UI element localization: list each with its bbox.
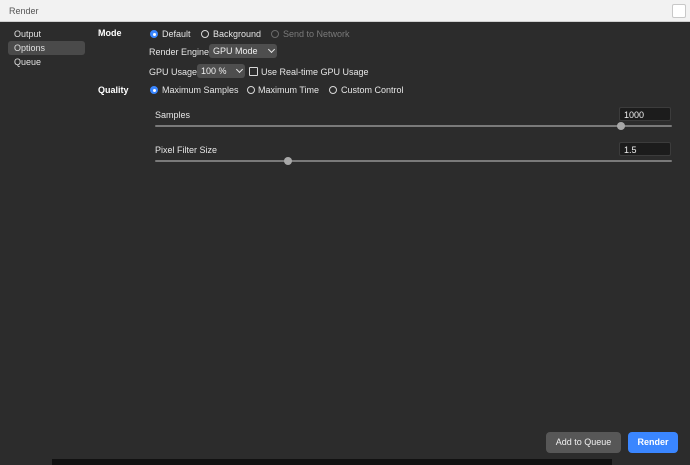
mode-default-label[interactable]: Default (162, 29, 191, 39)
quality-label: Quality (98, 85, 129, 95)
mode-default-radio[interactable] (150, 30, 158, 38)
render-button[interactable]: Render (628, 432, 678, 453)
sidebar-item-output[interactable]: Output (8, 27, 85, 41)
chevron-down-icon (267, 45, 276, 54)
pixel-filter-slider[interactable] (155, 160, 672, 162)
pixel-filter-slider-handle[interactable] (284, 157, 292, 165)
quality-max-time-label[interactable]: Maximum Time (258, 85, 319, 95)
mode-background-radio[interactable] (201, 30, 209, 38)
render-engine-value: GPU Mode (213, 46, 258, 56)
chevron-down-icon (235, 65, 244, 74)
mode-label: Mode (98, 28, 122, 38)
title-bar: Render (0, 0, 690, 22)
samples-label: Samples (155, 110, 191, 120)
quality-custom-control-radio[interactable] (329, 86, 337, 94)
gpu-usage-value: 100 % (201, 66, 227, 76)
background-window-edge (52, 459, 612, 465)
quality-max-samples-radio[interactable] (150, 86, 158, 94)
add-to-queue-button[interactable]: Add to Queue (546, 432, 621, 453)
sidebar-item-options[interactable]: Options (8, 41, 85, 55)
mode-send-to-network-radio (271, 30, 279, 38)
mode-send-to-network-label: Send to Network (283, 29, 350, 39)
samples-input[interactable]: 1000 (619, 107, 671, 121)
render-window: Render Output Options Queue Mode Default… (0, 0, 690, 465)
quality-custom-control-label[interactable]: Custom Control (341, 85, 404, 95)
gpu-usage-label: GPU Usage (149, 67, 198, 77)
window-control-button[interactable] (672, 4, 686, 18)
realtime-gpu-label[interactable]: Use Real-time GPU Usage (261, 67, 369, 77)
sidebar-item-queue[interactable]: Queue (8, 55, 85, 69)
realtime-gpu-checkbox[interactable] (249, 67, 258, 76)
gpu-usage-select[interactable]: 100 % (197, 64, 245, 78)
quality-max-time-radio[interactable] (247, 86, 255, 94)
mode-background-label[interactable]: Background (213, 29, 261, 39)
samples-slider-handle[interactable] (617, 122, 625, 130)
pixel-filter-label: Pixel Filter Size (155, 145, 218, 155)
samples-slider[interactable] (155, 125, 672, 127)
pixel-filter-value: 1.5 (624, 145, 637, 155)
sidebar-item-label: Queue (14, 57, 42, 67)
pixel-filter-input[interactable]: 1.5 (619, 142, 671, 156)
render-engine-label: Render Engine (149, 47, 210, 57)
render-engine-select[interactable]: GPU Mode (209, 44, 277, 58)
sidebar-item-label: Output (14, 29, 42, 39)
quality-max-samples-label[interactable]: Maximum Samples (162, 85, 239, 95)
window-title: Render (9, 6, 39, 16)
sidebar-item-label: Options (14, 43, 46, 53)
samples-value: 1000 (624, 110, 645, 120)
